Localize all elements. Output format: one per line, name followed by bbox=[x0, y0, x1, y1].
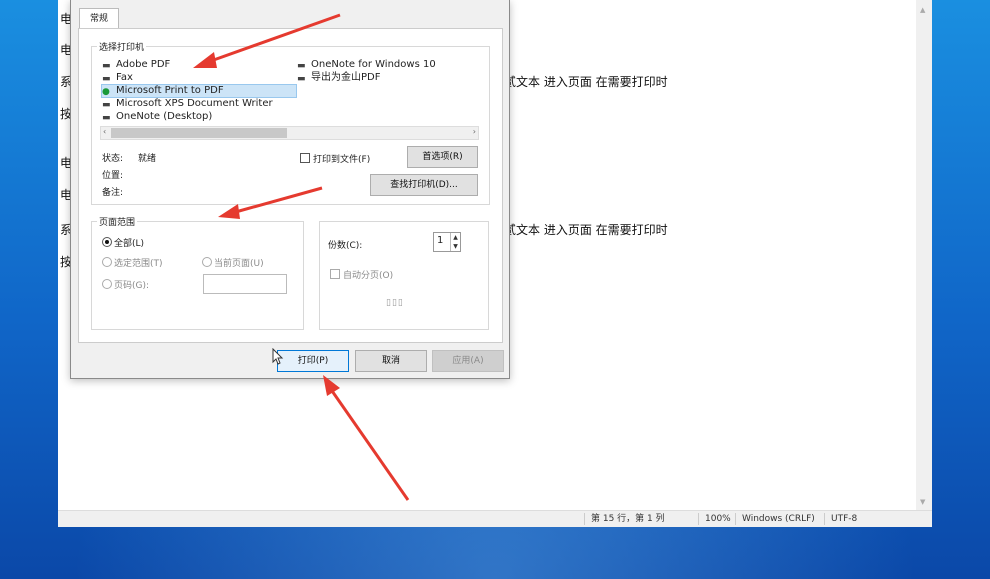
status-encoding: UTF-8 bbox=[824, 513, 857, 525]
printer-icon: ▬ bbox=[102, 100, 111, 110]
printer-item-adobe-pdf[interactable]: ▬ Adobe PDF bbox=[102, 59, 170, 71]
copies-group: 份数(C): 1 ▲ ▼ 自动分页(O) ▯▯▯ bbox=[319, 221, 489, 330]
copies-label: 份数(C): bbox=[328, 241, 363, 251]
cancel-button[interactable]: 取消 bbox=[355, 350, 427, 372]
printer-icon: ▬ bbox=[102, 61, 111, 71]
status-position: 第 15 行，第 1 列 bbox=[584, 513, 665, 525]
tab-general[interactable]: 常规 bbox=[79, 8, 119, 29]
general-panel: 选择打印机 ▬ Adobe PDF ▬ Fax ● Microsoft Print t… bbox=[78, 28, 503, 343]
scroll-down-icon[interactable]: ▼ bbox=[920, 498, 925, 506]
text-fragment: 贰文本 进入页面 在需要打印时 bbox=[504, 223, 668, 237]
page-numbers-input[interactable] bbox=[203, 274, 287, 294]
radio-dot[interactable] bbox=[202, 257, 212, 267]
select-printer-group: 选择打印机 ▬ Adobe PDF ▬ Fax ● Microsoft Print t… bbox=[91, 40, 490, 205]
printer-item-xps-writer[interactable]: ▬ Microsoft XPS Document Writer bbox=[102, 98, 273, 110]
status-bar: 第 15 行，第 1 列 100% Windows (CRLF) UTF-8 bbox=[58, 510, 932, 527]
range-pages-radio[interactable]: 页码(G): bbox=[102, 278, 149, 291]
mouse-cursor-icon bbox=[272, 348, 284, 365]
find-printer-button[interactable]: 查找打印机(D)... bbox=[370, 174, 478, 196]
print-to-file-checkbox[interactable]: 打印到文件(F) bbox=[300, 152, 370, 165]
radio-dot[interactable] bbox=[102, 257, 112, 267]
apply-button[interactable]: 应用(A) bbox=[432, 350, 504, 372]
radio-dot[interactable] bbox=[102, 237, 112, 247]
printer-icon: ▬ bbox=[297, 74, 306, 84]
collate-checkbox[interactable]: 自动分页(O) bbox=[330, 268, 393, 281]
checkbox-box[interactable] bbox=[330, 269, 340, 279]
radio-dot[interactable] bbox=[102, 279, 112, 289]
scrollbar-thumb[interactable] bbox=[111, 128, 287, 138]
location-label: 位置: bbox=[102, 171, 124, 181]
printer-item-microsoft-print-to-pdf[interactable]: ● Microsoft Print to PDF bbox=[101, 84, 297, 98]
range-selection-radio[interactable]: 选定范围(T) bbox=[102, 256, 163, 269]
page-range-group: 页面范围 全部(L) 选定范围(T) 当前页面(U) 页码(G): bbox=[91, 215, 304, 330]
collate-pages-icon: ▯▯▯ bbox=[386, 298, 404, 308]
printer-item-export-kingsoft-pdf[interactable]: ▬ 导出为金山PDF bbox=[297, 72, 380, 84]
stepper-arrows-icon[interactable]: ▲ ▼ bbox=[450, 233, 460, 251]
copies-stepper[interactable]: 1 ▲ ▼ bbox=[433, 232, 461, 252]
range-all-radio[interactable]: 全部(L) bbox=[102, 236, 144, 249]
print-button[interactable]: 打印(P) bbox=[277, 350, 349, 372]
page-range-title: 页面范围 bbox=[97, 215, 138, 228]
checkbox-box[interactable] bbox=[300, 153, 310, 163]
printer-icon: ▬ bbox=[297, 61, 306, 71]
status-zoom: 100% bbox=[698, 513, 731, 525]
text-fragment: 贰文本 进入页面 在需要打印时 bbox=[504, 75, 668, 89]
select-printer-title: 选择打印机 bbox=[97, 40, 147, 53]
printer-item-onenote-desktop[interactable]: ▬ OneNote (Desktop) bbox=[102, 111, 212, 123]
printer-item-fax[interactable]: ▬ Fax bbox=[102, 72, 133, 84]
status-label: 状态: bbox=[102, 154, 124, 164]
copies-value: 1 bbox=[437, 235, 444, 246]
preferences-button[interactable]: 首选项(R) bbox=[407, 146, 478, 168]
scroll-up-icon[interactable]: ▲ bbox=[920, 6, 925, 14]
vertical-scrollbar[interactable]: ▲ ▼ bbox=[916, 0, 932, 510]
range-current-page-radio[interactable]: 当前页面(U) bbox=[202, 256, 264, 269]
print-dialog: 常规 选择打印机 ▬ Adobe PDF ▬ Fax ● Microsoft Prin… bbox=[70, 0, 510, 379]
scroll-right-icon[interactable]: › bbox=[473, 127, 476, 136]
status-value: 就绪 bbox=[138, 154, 157, 164]
printer-item-onenote-win10[interactable]: ▬ OneNote for Windows 10 bbox=[297, 59, 436, 71]
printer-list-scrollbar[interactable]: ‹ › bbox=[100, 126, 479, 140]
printer-icon: ▬ bbox=[102, 113, 111, 123]
default-printer-icon: ● bbox=[102, 87, 110, 97]
comment-label: 备注: bbox=[102, 188, 124, 198]
scroll-left-icon[interactable]: ‹ bbox=[103, 127, 106, 136]
status-line-ending: Windows (CRLF) bbox=[735, 513, 815, 525]
